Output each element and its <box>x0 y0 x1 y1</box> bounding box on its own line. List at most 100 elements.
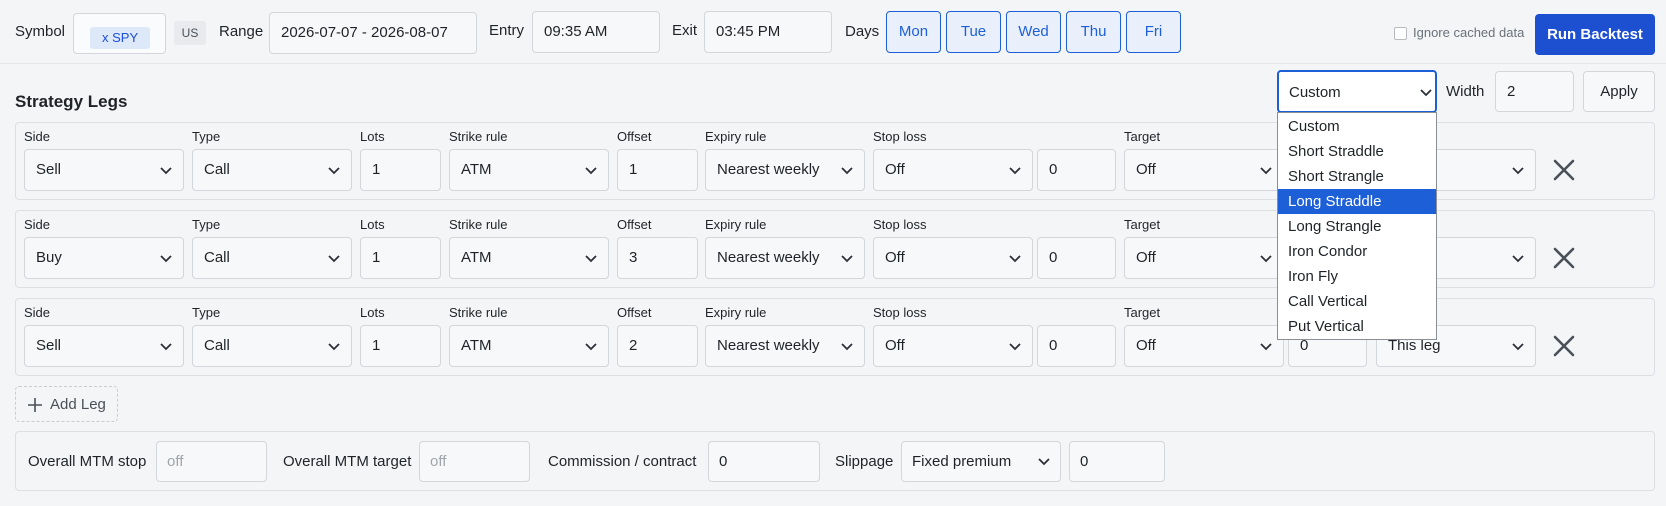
leg-expiry-rule-label: Expiry rule <box>705 217 767 232</box>
preset-select-value: Custom <box>1289 84 1341 101</box>
leg-lots-input[interactable]: 1 <box>360 237 441 279</box>
close-icon[interactable] <box>1550 156 1578 184</box>
leg-target-select[interactable]: Off <box>1124 149 1284 191</box>
symbol-chip[interactable]: x SPY <box>90 27 151 49</box>
top-toolbar: Symbol x SPY US Range 2026-07-07 - 2026-… <box>0 0 1666 64</box>
leg-expiry-rule-select[interactable]: Nearest weekly <box>705 325 865 367</box>
preset-option[interactable]: Short Straddle <box>1278 139 1436 164</box>
leg-expiry-rule-select[interactable]: Nearest weekly <box>705 149 865 191</box>
range-value: 2026-07-07 - 2026-08-07 <box>281 24 448 41</box>
slippage-mode-value: Fixed premium <box>912 453 1012 470</box>
leg-offset-input[interactable]: 2 <box>617 325 698 367</box>
apply-preset-button[interactable]: Apply <box>1583 71 1655 112</box>
range-input[interactable]: 2026-07-07 - 2026-08-07 <box>269 12 477 54</box>
leg-target-value: Off <box>1136 249 1156 266</box>
leg-side-select[interactable]: Sell <box>24 149 184 191</box>
preset-select[interactable]: Custom <box>1277 70 1437 113</box>
leg-side-select[interactable]: Sell <box>24 325 184 367</box>
leg-stop-loss-label: Stop loss <box>873 305 927 320</box>
symbol-input[interactable]: x SPY <box>73 13 166 54</box>
leg-type-select[interactable]: Call <box>192 325 352 367</box>
preset-option[interactable]: Short Strangle <box>1278 164 1436 189</box>
leg-stop-value-input[interactable]: 0 <box>1037 325 1116 367</box>
chevron-down-icon <box>1512 255 1524 263</box>
leg-side-label: Side <box>24 129 51 144</box>
run-backtest-button[interactable]: Run Backtest <box>1535 14 1655 55</box>
day-toggle-thu[interactable]: Thu <box>1066 11 1121 53</box>
leg-expiry-rule-select[interactable]: Nearest weekly <box>705 237 865 279</box>
preset-option[interactable]: Long Straddle <box>1278 189 1436 214</box>
leg-stop-loss-select[interactable]: Off <box>873 149 1033 191</box>
width-input[interactable]: 2 <box>1495 71 1574 112</box>
day-toggle-wed[interactable]: Wed <box>1006 11 1061 53</box>
leg-strike-rule-label: Strike rule <box>449 217 508 232</box>
chevron-down-icon <box>160 343 172 351</box>
leg-stop-loss-value: Off <box>885 337 905 354</box>
mtm-stop-input[interactable]: off <box>156 441 267 482</box>
leg-target-value: Off <box>1136 161 1156 178</box>
leg-type-label: Type <box>192 305 221 320</box>
leg-strike-rule-select[interactable]: ATM <box>449 325 609 367</box>
leg-lots-input[interactable]: 1 <box>360 325 441 367</box>
close-icon[interactable] <box>1550 332 1578 360</box>
chevron-down-icon <box>160 255 172 263</box>
leg-type-select[interactable]: Call <box>192 237 352 279</box>
leg-lots-value: 1 <box>372 337 381 354</box>
leg-type-label: Type <box>192 129 221 144</box>
add-leg-button[interactable]: Add Leg <box>15 386 118 422</box>
preset-option[interactable]: Custom <box>1278 114 1436 139</box>
chevron-down-icon <box>328 167 340 175</box>
leg-strike-rule-select[interactable]: ATM <box>449 237 609 279</box>
leg-target-select[interactable]: Off <box>1124 237 1284 279</box>
leg-stop-value: 0 <box>1049 337 1058 354</box>
market-tag: US <box>174 21 206 45</box>
day-toggle-mon[interactable]: Mon <box>886 11 941 53</box>
leg-side-select[interactable]: Buy <box>24 237 184 279</box>
slippage-mode-select[interactable]: Fixed premium <box>901 441 1061 482</box>
commission-label: Commission / contract <box>548 453 697 470</box>
leg-offset-input[interactable]: 3 <box>617 237 698 279</box>
preset-option[interactable]: Long Strangle <box>1278 214 1436 239</box>
leg-side-value: Sell <box>36 161 62 178</box>
leg-stop-loss-select[interactable]: Off <box>873 237 1033 279</box>
exit-time-input[interactable]: 03:45 PM <box>704 11 832 53</box>
leg-expiry-rule-value: Nearest weekly <box>717 337 820 354</box>
slippage-label: Slippage <box>835 453 894 470</box>
preset-option[interactable]: Iron Condor <box>1278 239 1436 264</box>
leg-offset-label: Offset <box>617 217 652 232</box>
leg-type-select[interactable]: Call <box>192 149 352 191</box>
leg-stop-value-input[interactable]: 0 <box>1037 149 1116 191</box>
leg-side-value: Buy <box>36 249 62 266</box>
close-icon[interactable] <box>1550 244 1578 272</box>
chevron-down-icon <box>1260 343 1272 351</box>
day-toggle-tue[interactable]: Tue <box>946 11 1001 53</box>
leg-stop-loss-select[interactable]: Off <box>873 325 1033 367</box>
preset-option[interactable]: Put Vertical <box>1278 314 1436 339</box>
mtm-target-input[interactable]: off <box>419 441 530 482</box>
leg-lots-input[interactable]: 1 <box>360 149 441 191</box>
leg-stop-value: 0 <box>1049 161 1058 178</box>
leg-strike-rule-value: ATM <box>461 337 492 354</box>
commission-input[interactable]: 0 <box>708 441 820 482</box>
chevron-down-icon <box>1260 255 1272 263</box>
ignore-cache-checkbox[interactable] <box>1394 27 1407 40</box>
preset-option[interactable]: Call Vertical <box>1278 289 1436 314</box>
leg-stop-value-input[interactable]: 0 <box>1037 237 1116 279</box>
preset-option[interactable]: Iron Fly <box>1278 264 1436 289</box>
leg-target-select[interactable]: Off <box>1124 325 1284 367</box>
leg-type-label: Type <box>192 217 221 232</box>
slippage-value-input[interactable]: 0 <box>1069 441 1165 482</box>
leg-offset-input[interactable]: 1 <box>617 149 698 191</box>
chevron-down-icon <box>1009 167 1021 175</box>
leg-stop-loss-value: Off <box>885 161 905 178</box>
plus-icon <box>28 398 42 412</box>
leg-offset-value: 1 <box>629 161 638 178</box>
day-toggle-fri[interactable]: Fri <box>1126 11 1181 53</box>
leg-expiry-rule-value: Nearest weekly <box>717 249 820 266</box>
leg-expiry-rule-value: Nearest weekly <box>717 161 820 178</box>
chevron-down-icon <box>328 255 340 263</box>
entry-time-input[interactable]: 09:35 AM <box>532 11 660 53</box>
strategy-legs-title: Strategy Legs <box>15 92 128 111</box>
width-value: 2 <box>1507 83 1516 100</box>
leg-strike-rule-select[interactable]: ATM <box>449 149 609 191</box>
